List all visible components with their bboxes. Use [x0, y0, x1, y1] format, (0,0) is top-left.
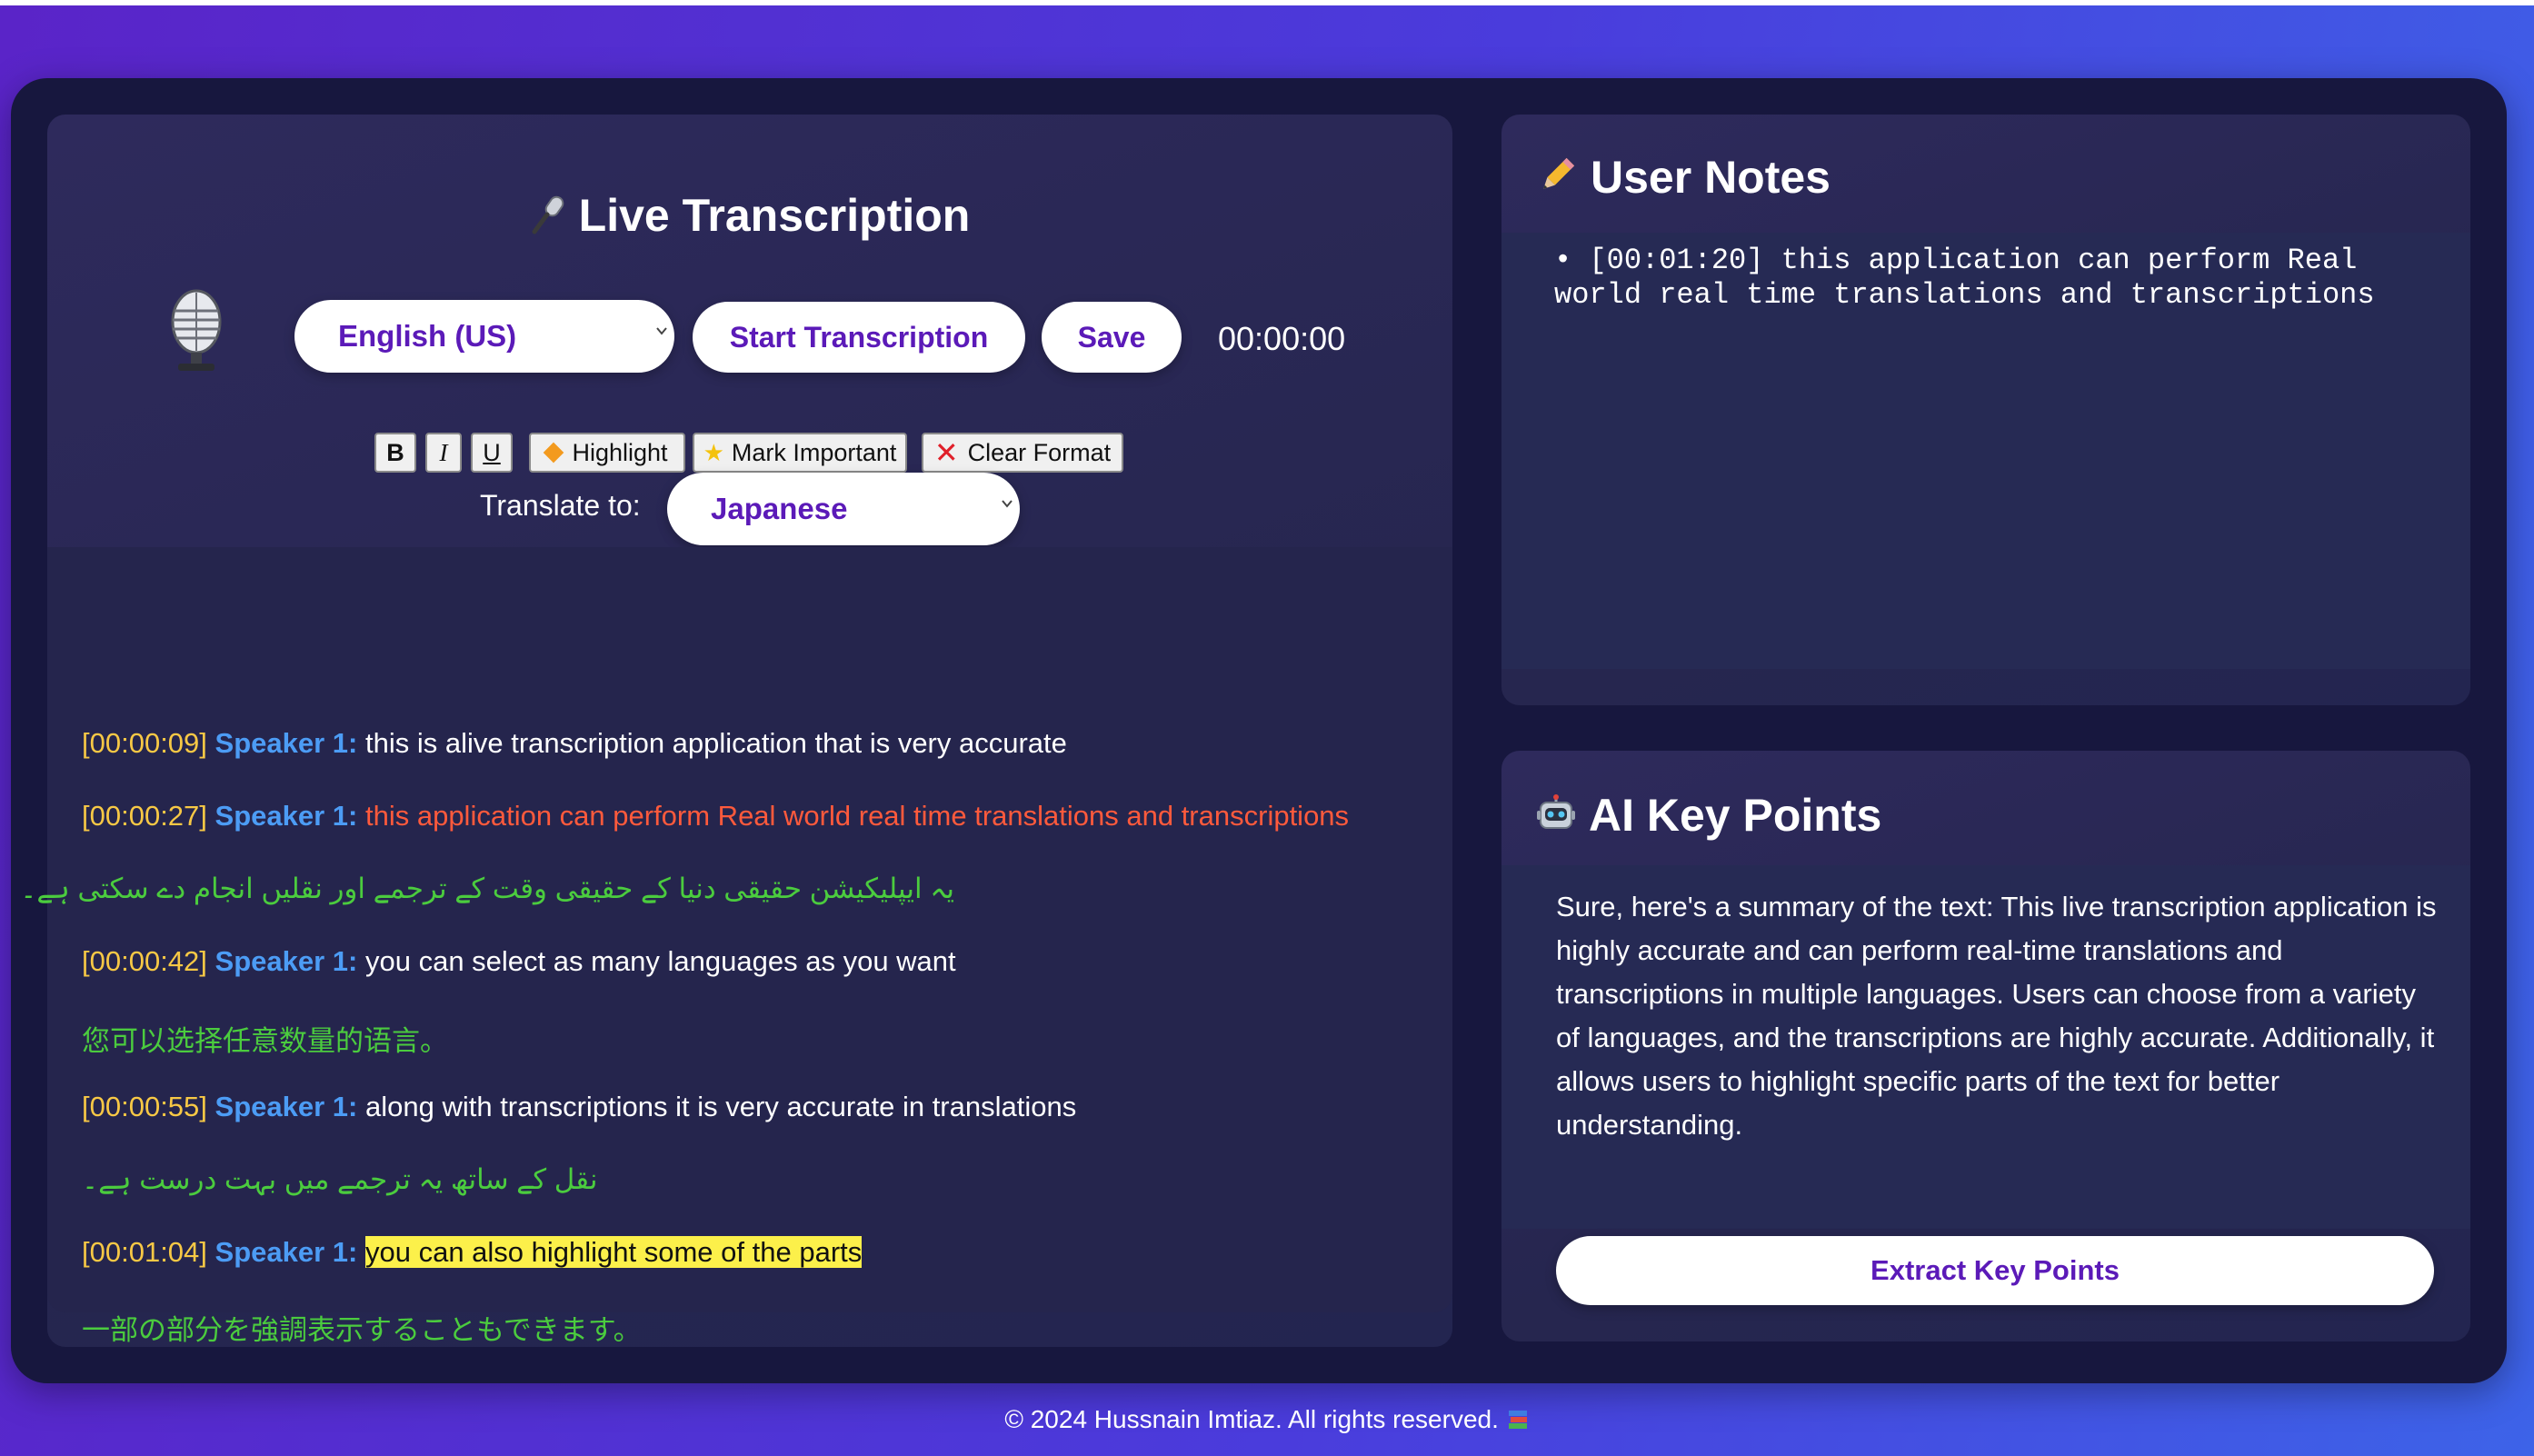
timestamp: [00:00:55] [82, 1091, 207, 1122]
translate-label: Translate to: [480, 489, 641, 522]
translation-line: 一部の部分を強調表示することもできます。 [82, 1314, 642, 1346]
robot-icon [1536, 789, 1576, 842]
highlight-button[interactable]: Highlight [529, 433, 685, 473]
transcription-panel: Live Transcription English (US) Start Tr… [20, 115, 1452, 1347]
translation-line: یہ ایپلیکیشن حقیقی دنیا کے حقیقی وقت کے … [20, 873, 954, 904]
notes-textarea[interactable]: • [00:01:20] this application can perfor… [1554, 244, 2427, 313]
translation-line: نقل کے ساتھ یہ ترجمے میں بہت درست ہے۔ [82, 1163, 598, 1195]
ai-key-points-panel: AI Key Points Sure, here's a summary of … [1501, 751, 2470, 1341]
language-select[interactable]: English (US) [294, 300, 674, 373]
chevron-down-icon [1002, 500, 1013, 508]
extract-key-points-button[interactable]: Extract Key Points [1556, 1236, 2434, 1305]
translate-language-value: Japanese [711, 492, 848, 525]
ai-key-points-title: AI Key Points [1536, 789, 1881, 842]
footer-text: © 2024 Hussnain Imtiaz. All rights reser… [1004, 1405, 1499, 1433]
transcript-line: [00:00:09] Speaker 1: this is alive tran… [82, 727, 1067, 760]
diamond-icon [544, 442, 564, 464]
transcript-line: [00:00:27] Speaker 1: this application c… [82, 800, 1349, 833]
transcript-text: this is alive transcription application … [364, 727, 1067, 759]
ai-key-points-title-text: AI Key Points [1589, 790, 1882, 841]
speaker-label: Speaker 1: [214, 727, 358, 759]
transcription-title-text: Live Transcription [578, 190, 971, 241]
transcript-line: [00:00:55] Speaker 1: along with transcr… [82, 1091, 1076, 1123]
speaker-label: Speaker 1: [214, 1091, 358, 1122]
books-icon [1506, 1405, 1530, 1433]
timestamp: [00:00:42] [82, 945, 207, 977]
speaker-label: Speaker 1: [214, 800, 358, 832]
important-text: this application can perform Real world … [364, 800, 1350, 832]
user-notes-title-text: User Notes [1591, 152, 1831, 203]
x-icon: ✕ [933, 436, 959, 469]
clear-format-button[interactable]: ✕ Clear Format [922, 433, 1123, 473]
mark-important-button[interactable]: ★ Mark Important [693, 433, 907, 473]
translate-language-select[interactable]: Japanese [667, 473, 1020, 545]
highlight-label: Highlight [572, 438, 668, 466]
user-notes-title: User Notes [1536, 151, 1831, 204]
microphone-icon [530, 189, 566, 242]
highlighted-text: you can also highlight some of the parts [364, 1236, 863, 1268]
speaker-label: Speaker 1: [214, 1236, 358, 1268]
mark-important-label: Mark Important [731, 438, 897, 466]
transcript-text: you can select as many languages as you … [364, 945, 956, 977]
timer: 00:00:00 [1218, 320, 1346, 357]
timestamp: [00:01:04] [82, 1236, 207, 1268]
save-button[interactable]: Save [1042, 302, 1182, 373]
language-select-value: English (US) [338, 319, 517, 353]
bold-button[interactable]: B [374, 433, 416, 473]
transcript-text: along with transcriptions it is very acc… [364, 1091, 1077, 1122]
timestamp: [00:00:09] [82, 727, 207, 759]
studio-microphone-icon [164, 287, 229, 374]
pencil-icon [1536, 151, 1578, 204]
italic-button[interactable]: I [425, 433, 462, 473]
transcription-title: Live Transcription [47, 189, 1452, 242]
speaker-label: Speaker 1: [214, 945, 358, 977]
transcript-line: [00:01:04] Speaker 1: you can also highl… [82, 1236, 863, 1269]
transcript-area[interactable]: [00:00:09] Speaker 1: this is alive tran… [20, 547, 1452, 1346]
chevron-down-icon [656, 327, 667, 335]
star-icon: ★ [703, 438, 724, 466]
start-transcription-button[interactable]: Start Transcription [693, 302, 1025, 373]
translation-line: 您可以选择任意数量的语言。 [82, 1025, 448, 1057]
timestamp: [00:00:27] [82, 800, 207, 832]
clear-format-label: Clear Format [967, 438, 1112, 466]
top-strip [0, 0, 2534, 5]
user-notes-panel: User Notes [1501, 115, 2470, 705]
transcript-line: [00:00:42] Speaker 1: you can select as … [82, 945, 956, 978]
ai-summary-text: Sure, here's a summary of the text: This… [1556, 891, 2437, 1141]
underline-button[interactable]: U [471, 433, 513, 473]
footer: © 2024 Hussnain Imtiaz. All rights reser… [0, 1405, 2534, 1434]
